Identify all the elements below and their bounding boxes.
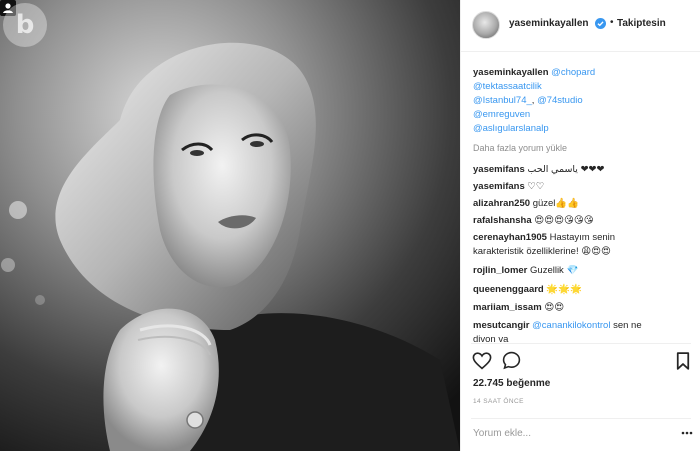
like-count-label: beğenme bbox=[506, 378, 551, 389]
bookmark-icon[interactable] bbox=[676, 352, 690, 370]
comment: mariiam_issam 😍😍 bbox=[473, 302, 564, 313]
comment-text: 😍😍 bbox=[544, 302, 565, 313]
comment-username[interactable]: cerenayhan1905 bbox=[473, 232, 547, 243]
mention-link[interactable]: @chopard bbox=[551, 67, 595, 78]
caption-username[interactable]: yaseminkayallen bbox=[473, 67, 549, 78]
header-separator: • bbox=[610, 17, 614, 28]
like-count-number: 22.745 bbox=[473, 378, 504, 389]
post-sidebar: yaseminkayallen • Takiptesin yaseminkaya… bbox=[460, 0, 700, 451]
comment-username[interactable]: rojlin_lomer bbox=[473, 265, 527, 276]
avatar[interactable] bbox=[472, 11, 500, 39]
comment-text: ياسمي الحب ❤❤❤ bbox=[527, 164, 605, 175]
comment: rafalshansha 😍😍😍😘😘😘 bbox=[473, 215, 594, 226]
comment: yasemifans ياسمي الحب ❤❤❤ bbox=[473, 164, 604, 175]
header-username[interactable]: yaseminkayallen bbox=[509, 18, 589, 29]
comment-text: karakteristik özelliklerine! bbox=[473, 246, 579, 257]
comment: queenenggaard 🌟🌟🌟 bbox=[473, 284, 582, 295]
like-count[interactable]: 22.745 beğenme bbox=[473, 378, 550, 389]
caption: yaseminkayallen @chopard @tektassaatcili… bbox=[473, 67, 596, 134]
divider bbox=[471, 343, 691, 344]
load-more-comments-link[interactable]: Daha fazla yorum yükle bbox=[473, 143, 567, 153]
mention-link[interactable]: @Istanbul74_ bbox=[473, 95, 532, 106]
comment-username[interactable]: rafalshansha bbox=[473, 215, 532, 226]
comment-text: ♡♡ bbox=[527, 181, 545, 192]
comment: yasemifans ♡♡ bbox=[473, 181, 544, 192]
comment-continuation: karakteristik özelliklerine! 😩😍😍 bbox=[473, 246, 611, 257]
follow-status-button[interactable]: Takiptesin bbox=[617, 18, 666, 29]
portrait-photo bbox=[0, 0, 460, 451]
comment-text: güzel👍👍 bbox=[532, 198, 580, 209]
heart-outline-icon[interactable] bbox=[472, 352, 492, 370]
mention-link[interactable]: @emreguven bbox=[473, 109, 530, 120]
mention-link[interactable]: @canankilokontrol bbox=[532, 320, 610, 331]
svg-text:b: b bbox=[16, 10, 35, 40]
post-photo[interactable]: b bbox=[0, 0, 460, 451]
watermark-logo: b bbox=[3, 3, 47, 47]
comment: cerenayhan1905 Hastayım senin bbox=[473, 232, 615, 243]
comment: alizahran250 güzel👍👍 bbox=[473, 198, 579, 209]
more-dots-icon[interactable] bbox=[681, 427, 693, 439]
post-timestamp: 14 SAAT ÖNCE bbox=[473, 398, 524, 405]
comment-text: sen ne bbox=[613, 320, 642, 331]
comment-username[interactable]: yasemifans bbox=[473, 181, 525, 192]
comment-username[interactable]: mesutcangir bbox=[473, 320, 530, 331]
verified-badge-icon bbox=[595, 18, 606, 29]
comment-emojis: 😩😍😍 bbox=[581, 246, 611, 257]
comment-text: 😍😍😍😘😘😘 bbox=[534, 215, 594, 226]
mention-link[interactable]: @74studio bbox=[537, 95, 583, 106]
comment-username[interactable]: mariiam_issam bbox=[473, 302, 542, 313]
comment: rojlin_lomer Guzellik 💎 bbox=[473, 265, 578, 276]
comment-text: 🌟🌟🌟 bbox=[546, 284, 582, 295]
mention-link[interactable]: @tektassaatcilik bbox=[473, 81, 542, 92]
add-comment-input[interactable] bbox=[473, 425, 663, 441]
post-header: yaseminkayallen • Takiptesin bbox=[461, 0, 700, 52]
mention-link[interactable]: @aslıgularslanalp bbox=[473, 123, 549, 134]
speech-bubble-icon[interactable] bbox=[502, 351, 521, 370]
comment-text: Hastayım senin bbox=[549, 232, 616, 243]
comment-text: Guzellik 💎 bbox=[530, 265, 579, 276]
comment-username[interactable]: queenenggaard bbox=[473, 284, 544, 295]
divider bbox=[471, 418, 691, 419]
comment: mesutcangir @canankilokontrol sen ne bbox=[473, 320, 642, 331]
comment-username[interactable]: alizahran250 bbox=[473, 198, 530, 209]
comment-username[interactable]: yasemifans bbox=[473, 164, 525, 175]
